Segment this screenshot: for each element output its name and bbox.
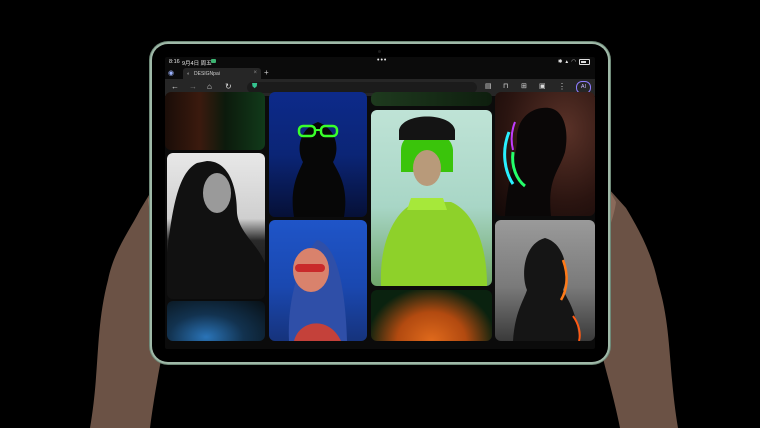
portrait-green-bob-image	[380, 116, 487, 286]
tab-bar: ◉ ◐ DESIGNpai × +	[165, 67, 595, 79]
tablet-device: 8:16 9月4日 周五 ••• ✱ ▴ ◠ ◉ ◐ DESIGNpai × +…	[152, 44, 608, 362]
reader-mode-icon[interactable]: ▤	[485, 82, 492, 92]
gallery-item-top-left[interactable]	[165, 92, 265, 150]
gallery-item-red-sunglasses[interactable]	[269, 220, 367, 341]
gallery-item-top-middle[interactable]	[371, 92, 492, 106]
tablet-screen: 8:16 9月4日 周五 ••• ✱ ▴ ◠ ◉ ◐ DESIGNpai × +…	[165, 57, 595, 349]
tab-close-icon[interactable]: ×	[253, 70, 257, 76]
tab-designpai[interactable]: ◐ DESIGNpai ×	[183, 68, 261, 79]
reload-button[interactable]: ↻	[225, 82, 232, 92]
silhouette-orange-rim-image	[513, 238, 581, 341]
back-button[interactable]: ←	[171, 82, 179, 92]
front-camera	[378, 50, 381, 53]
image-gallery	[165, 92, 595, 349]
status-bar: 8:16 9月4日 周五 ••• ✱ ▴ ◠	[165, 57, 595, 67]
gallery-item-orange-hair[interactable]	[371, 290, 492, 341]
new-tab-button[interactable]: +	[264, 68, 269, 77]
status-time: 8:16	[169, 59, 180, 65]
forward-button[interactable]: →	[189, 82, 197, 92]
security-shield-icon: ⛊	[252, 83, 258, 90]
multitask-dots-icon[interactable]: •••	[377, 57, 387, 64]
wifi-icon: ◠	[571, 59, 576, 65]
menu-button[interactable]: ⋮	[558, 82, 566, 92]
bluetooth-icon: ✱	[557, 59, 563, 65]
gallery-item-neon-profile[interactable]	[495, 92, 595, 216]
bookmark-icon[interactable]: ⊓	[503, 82, 508, 92]
gallery-item-green-bob[interactable]	[371, 110, 492, 286]
signal-icon: ▴	[565, 59, 569, 65]
silhouette-green-glasses-image	[292, 122, 346, 217]
gallery-item-orange-rim[interactable]	[495, 220, 595, 341]
gallery-item-green-glasses[interactable]	[269, 92, 367, 217]
silhouette-neon-profile-image	[503, 107, 567, 216]
add-bookmark-icon[interactable]: ⊞	[521, 82, 527, 92]
battery-icon	[579, 59, 590, 65]
status-date: 9月4日 周五	[182, 61, 212, 67]
gallery-item-blue-hat[interactable]	[167, 301, 265, 341]
browser-logo-icon[interactable]: ◉	[168, 69, 176, 77]
notification-icon	[211, 59, 216, 63]
gallery-item-dark-hair-bw[interactable]	[167, 153, 265, 299]
portrait-red-sunglasses-image	[288, 240, 347, 341]
tab-favicon-icon: ◐	[187, 71, 191, 77]
home-button[interactable]: ⌂	[207, 82, 212, 92]
status-indicators: ✱ ▴ ◠	[558, 59, 590, 65]
tab-count-icon[interactable]: ▣	[539, 82, 546, 92]
tab-title: DESIGNpai	[194, 71, 220, 77]
portrait-dark-hair-image	[167, 161, 265, 299]
